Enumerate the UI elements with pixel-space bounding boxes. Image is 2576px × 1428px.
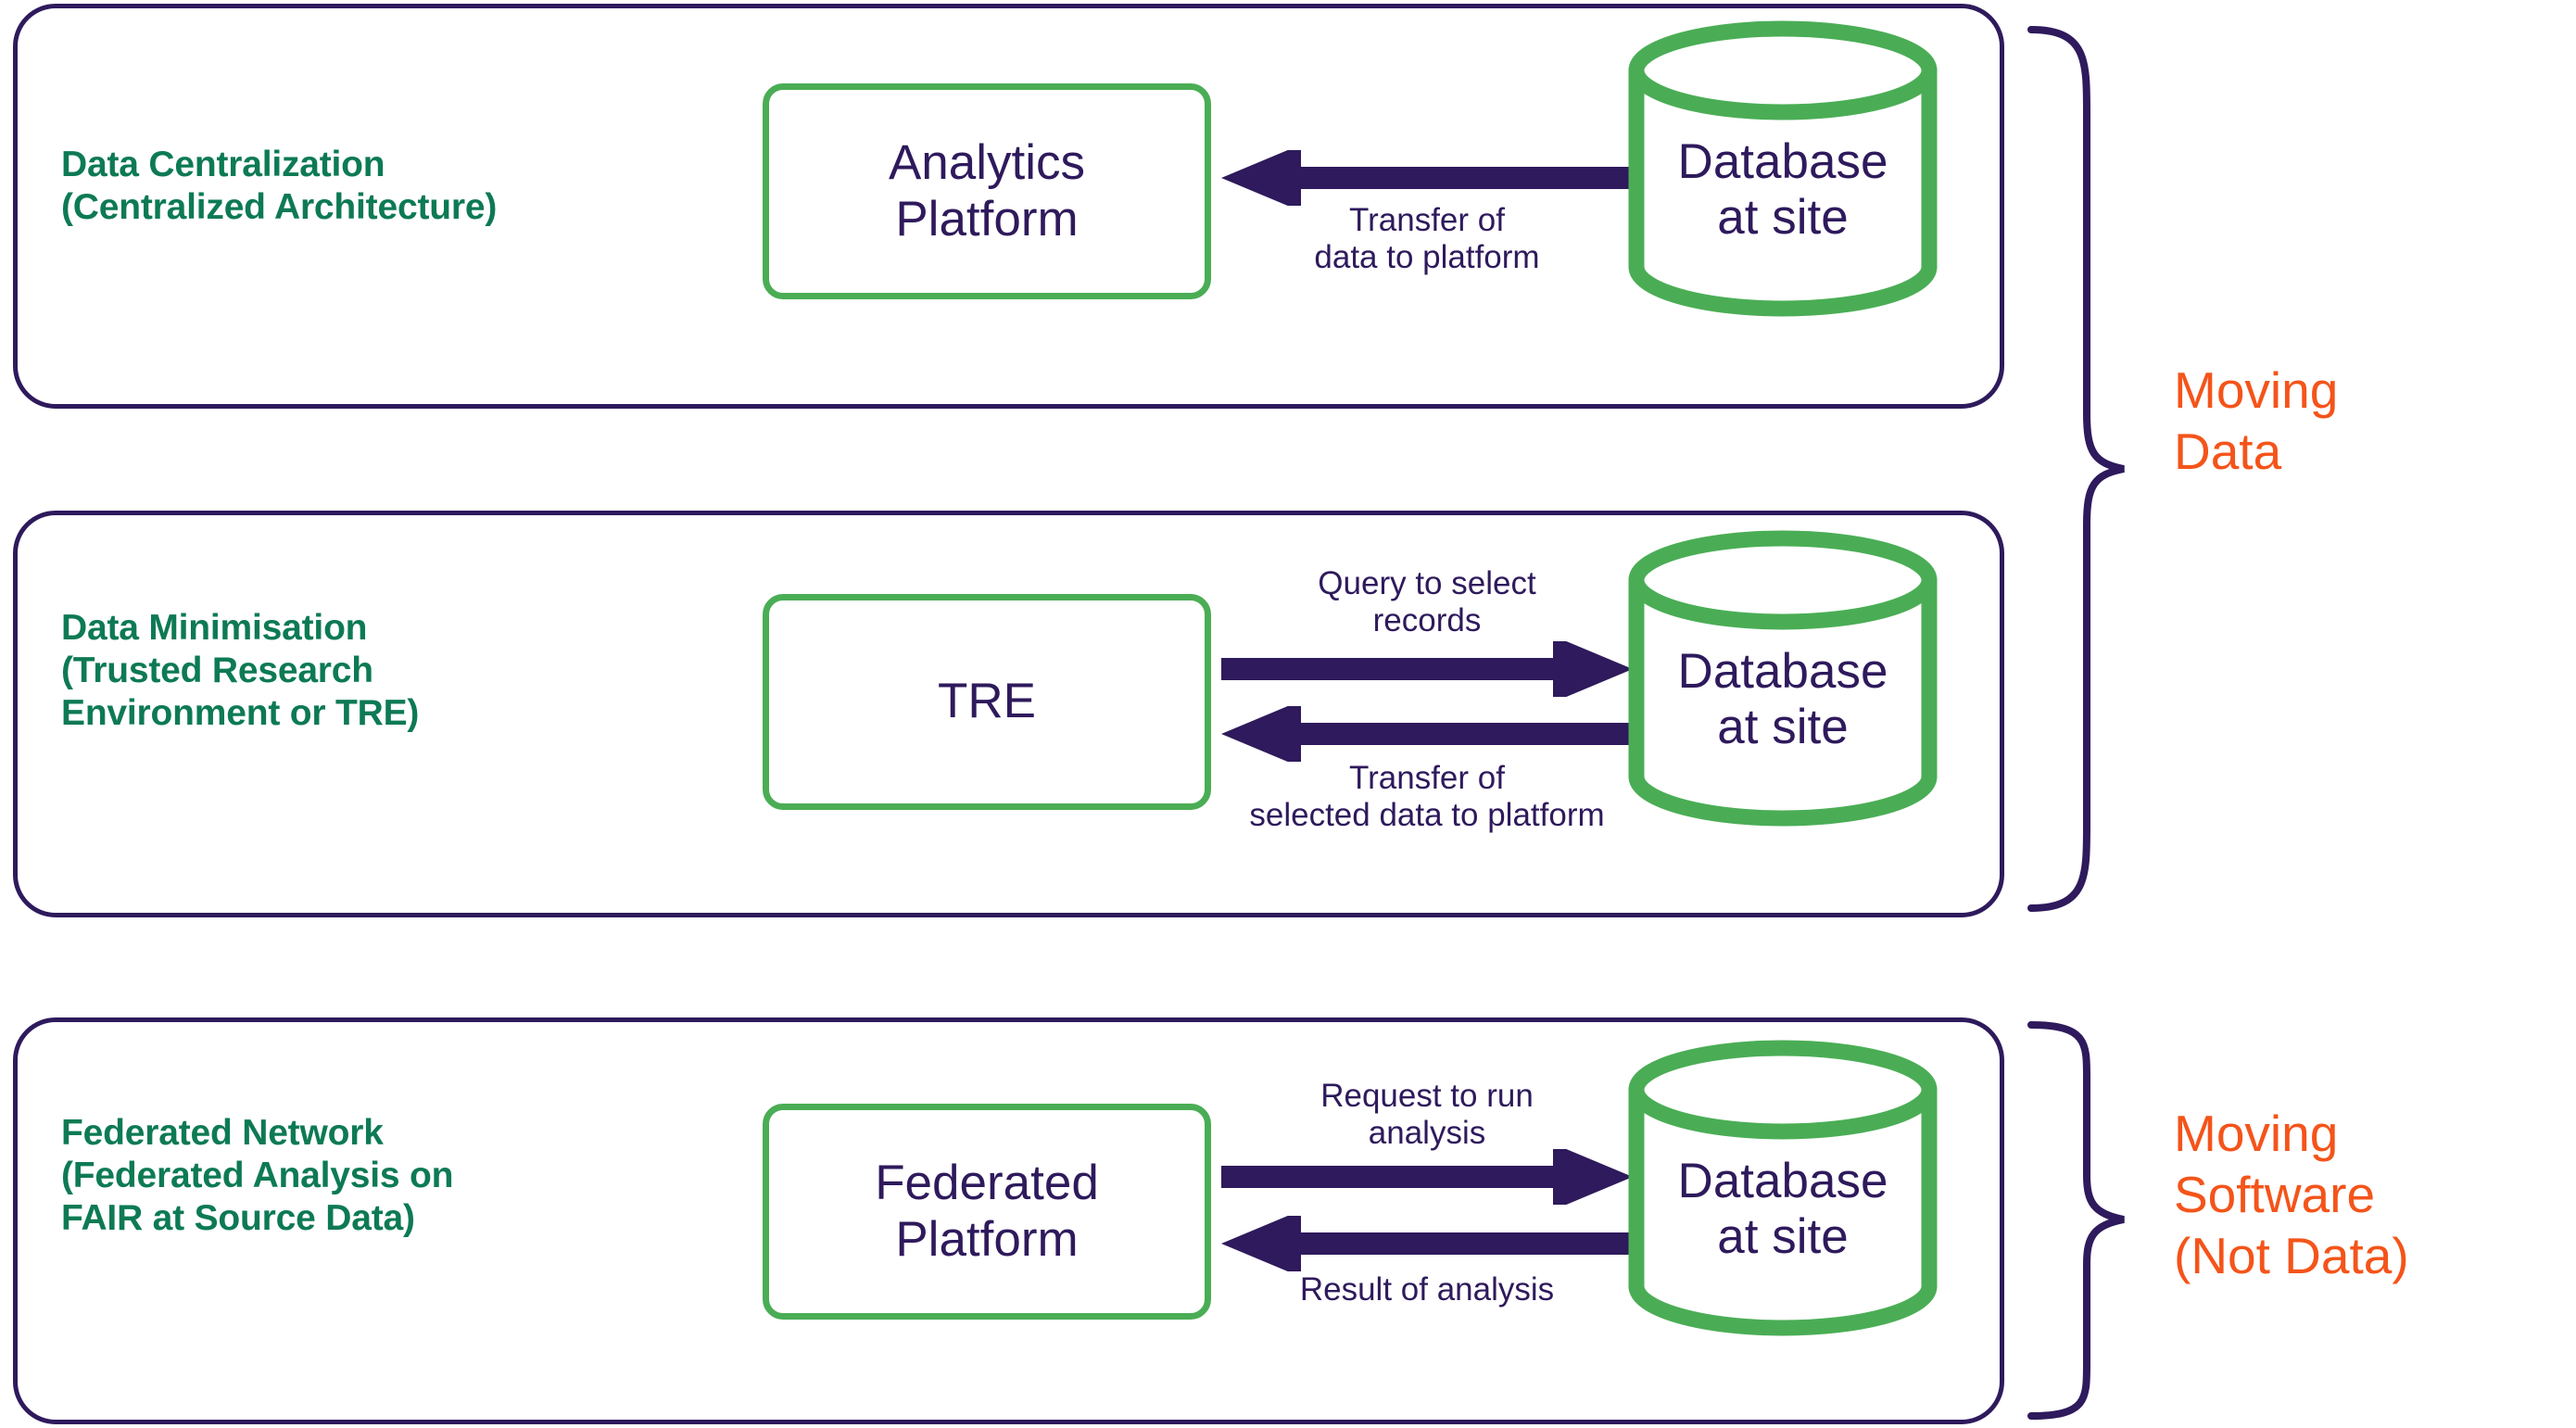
platform-label: TRE [938, 674, 1036, 729]
arrow-transfer-selected-data-left [1221, 706, 1633, 762]
arrow-caption-transfer-of-selected-data: Transfer of selected data to platform [1249, 760, 1605, 833]
platform-box-analytics: Analytics Platform [763, 83, 1211, 299]
platform-label: Analytics Platform [888, 135, 1086, 246]
brace-moving-data [2027, 26, 2125, 912]
brace-moving-software [2027, 1021, 2125, 1420]
arrow-result-of-analysis-left [1221, 1216, 1633, 1271]
arrow-caption-transfer-of-data: Transfer of data to platform [1314, 202, 1540, 275]
arrow-query-right [1221, 641, 1633, 697]
arrow-caption-result-of-analysis: Result of analysis [1299, 1271, 1555, 1308]
diagram-canvas: Data Centralization (Centralized Archite… [0, 0, 2576, 1428]
group-label-moving-software: Moving Software (Not Data) [2174, 1105, 2409, 1284]
approach-label-data-minimisation: Data Minimisation (Trusted Research Envi… [61, 608, 420, 734]
approach-label-data-centralization: Data Centralization (Centralized Archite… [61, 145, 498, 228]
database-cylinder-row3 [1628, 1040, 1938, 1336]
database-cylinder-row2 [1628, 530, 1938, 827]
database-cylinder-row1 [1628, 20, 1938, 317]
approach-label-federated-network: Federated Network (Federated Analysis on… [61, 1113, 454, 1239]
platform-box-federated: Federated Platform [763, 1104, 1211, 1320]
group-label-moving-data: Moving Data [2174, 361, 2339, 480]
platform-label: Federated Platform [875, 1156, 1099, 1267]
arrow-request-run-analysis-right [1221, 1149, 1633, 1205]
platform-box-tre: TRE [763, 594, 1211, 810]
arrow-caption-request-to-run-analysis: Request to run analysis [1320, 1078, 1534, 1151]
arrow-caption-query-to-select-records: Query to select records [1318, 565, 1536, 638]
arrow-transfer-data-left [1221, 150, 1633, 206]
